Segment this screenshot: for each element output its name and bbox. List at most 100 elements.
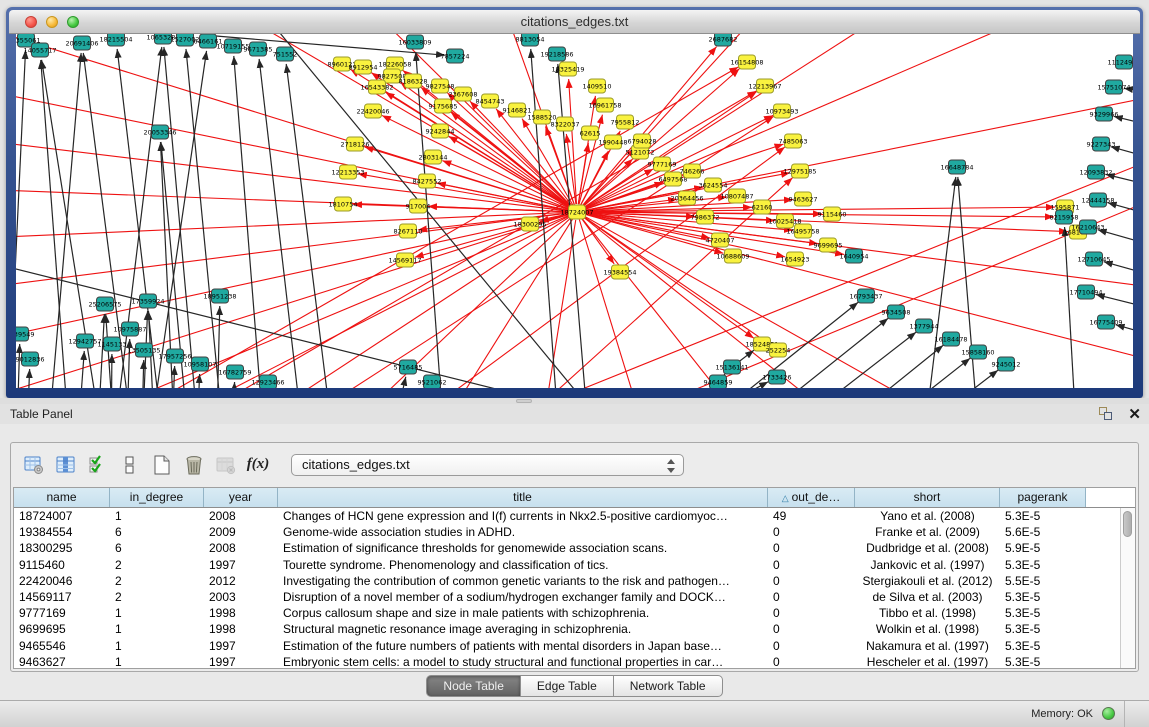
new-document-icon[interactable] xyxy=(149,453,175,477)
tab-node-table[interactable]: Node Table xyxy=(426,675,521,697)
column-header-name[interactable]: name xyxy=(14,488,110,507)
splitter-grip-icon[interactable] xyxy=(516,399,532,403)
table-cell: 9699695 xyxy=(14,621,110,637)
table-source-dropdown[interactable]: citations_edges.txt xyxy=(291,454,684,476)
graph-node-label: 13505135 xyxy=(127,346,160,354)
column-header-short[interactable]: short xyxy=(855,488,1000,507)
table-cell: 0 xyxy=(768,621,855,637)
table-cell: Tourette syndrome. Phenomenology and cla… xyxy=(278,557,768,573)
table-cell: 2009 xyxy=(204,524,278,540)
table-cell: 14569117 xyxy=(14,589,110,605)
table-cell: Estimation of the future numbers of pati… xyxy=(278,638,768,654)
table-row[interactable]: 1456911722003Disruption of a novel membe… xyxy=(14,589,1120,605)
table-cell: 19384554 xyxy=(14,524,110,540)
table-cell: 49 xyxy=(768,508,855,524)
graph-node-label: 1145133 xyxy=(98,340,127,348)
table-vertical-scrollbar[interactable] xyxy=(1120,508,1135,668)
table-row[interactable]: 946554611997Estimation of the future num… xyxy=(14,638,1120,654)
table-cell: 0 xyxy=(768,573,855,589)
table-settings-icon[interactable] xyxy=(21,453,47,477)
table-cell: Estimation of significance thresholds fo… xyxy=(278,540,768,556)
delete-rows-trash-icon[interactable] xyxy=(181,453,207,477)
column-header-title[interactable]: title xyxy=(278,488,768,507)
graph-node-label: 16961758 xyxy=(588,101,621,109)
network-canvas[interactable]: 1872400718300295193845548960123891295418… xyxy=(16,34,1133,388)
graph-node-label: 17710494 xyxy=(1069,288,1102,296)
table-cell: 0 xyxy=(768,654,855,668)
column-header-out-de-[interactable]: △out_de… xyxy=(768,488,855,507)
memory-status-label: Memory: OK xyxy=(1031,708,1093,720)
node-table: namein_degreeyeartitle△out_de…shortpager… xyxy=(13,487,1136,669)
application-window: citations_edges.txt 18724007183002951938… xyxy=(0,0,1149,727)
table-cell: 1 xyxy=(110,508,204,524)
column-header-year[interactable]: year xyxy=(204,488,278,507)
graph-node-label: 11124985 xyxy=(1107,58,1133,66)
table-row[interactable]: 977716911998Corpus callosum shape and si… xyxy=(14,605,1120,621)
graph-node-label: 9827548 xyxy=(426,82,455,90)
table-cell: Jankovic et al. (1997) xyxy=(855,557,1000,573)
network-window-titlebar[interactable]: citations_edges.txt xyxy=(9,10,1140,34)
table-panel-titlebar: Table Panel ✕ xyxy=(0,404,1149,424)
table-header-row: namein_degreeyeartitle△out_de…shortpager… xyxy=(14,488,1135,508)
tab-network-table[interactable]: Network Table xyxy=(614,675,723,697)
memory-status-indicator-icon xyxy=(1102,707,1115,720)
graph-node-label: 1654923 xyxy=(781,255,810,263)
graph-node-label: 9463627 xyxy=(789,195,818,203)
table-cell: 2008 xyxy=(204,540,278,556)
select-columns-icon[interactable] xyxy=(53,453,79,477)
graph-node-label: 2803144 xyxy=(419,153,448,161)
graph-node-label: 8813054 xyxy=(516,35,545,43)
graph-node-label: 16775409 xyxy=(1089,318,1122,326)
table-cell: 2012 xyxy=(204,573,278,589)
scrollbar-thumb[interactable] xyxy=(1123,511,1132,537)
graph-node-label: 5121072 xyxy=(626,148,655,156)
graph-node-label: 3624554 xyxy=(699,181,728,189)
table-row[interactable]: 2242004622012Investigating the contribut… xyxy=(14,573,1120,589)
table-cell: 0 xyxy=(768,540,855,556)
window-title: citations_edges.txt xyxy=(9,14,1140,29)
graph-node-label: 2687682 xyxy=(709,35,738,43)
header-filler xyxy=(1086,488,1135,507)
table-cell: 5.6E-5 xyxy=(1000,524,1086,540)
graph-node-label: 10975887 xyxy=(113,325,146,333)
split-view-icon[interactable] xyxy=(117,453,143,477)
table-row[interactable]: 946362711997Embryonic stem cells: a mode… xyxy=(14,654,1120,668)
close-panel-icon[interactable]: ✕ xyxy=(1128,405,1141,423)
column-checklist-icon[interactable] xyxy=(85,453,111,477)
column-header-pagerank[interactable]: pagerank xyxy=(1000,488,1086,507)
table-row[interactable]: 1938455462009Genome-wide association stu… xyxy=(14,524,1120,540)
table-cell: 5.3E-5 xyxy=(1000,638,1086,654)
table-row[interactable]: 911546021997Tourette syndrome. Phenomeno… xyxy=(14,557,1120,573)
table-cell: Investigating the contribution of common… xyxy=(278,573,768,589)
table-cell: 1997 xyxy=(204,557,278,573)
graph-node-label: 9777169 xyxy=(648,160,677,168)
table-row[interactable]: 969969511998Structural magnetic resonanc… xyxy=(14,621,1120,637)
table-panel-title: Table Panel xyxy=(10,407,73,421)
table-cell: Dudbridge et al. (2008) xyxy=(855,540,1000,556)
table-cell: 1998 xyxy=(204,621,278,637)
graph-node-label: 16033809 xyxy=(398,38,431,46)
status-bar: Memory: OK xyxy=(0,700,1149,727)
table-cell: 5.3E-5 xyxy=(1000,654,1086,668)
function-builder-icon[interactable]: f(x) xyxy=(245,453,271,477)
table-cell: Embryonic stem cells: a model to study s… xyxy=(278,654,768,668)
citation-network-graph[interactable]: 1872400718300295193845548960123891295418… xyxy=(16,34,1133,388)
column-header-in-degree[interactable]: in_degree xyxy=(110,488,204,507)
table-row[interactable]: 1830029562008Estimation of significance … xyxy=(14,540,1120,556)
graph-node-label: 8454743 xyxy=(476,97,505,105)
float-panel-icon[interactable] xyxy=(1099,407,1113,421)
table-cell: Disruption of a novel member of a sodium… xyxy=(278,589,768,605)
table-cell: 5.3E-5 xyxy=(1000,605,1086,621)
graph-node-label: 16184478 xyxy=(934,335,967,343)
tab-edge-table[interactable]: Edge Table xyxy=(521,675,614,697)
table-tabs: Node TableEdge TableNetwork Table xyxy=(0,675,1149,697)
table-cell: 0 xyxy=(768,557,855,573)
graph-node-label: 8186328 xyxy=(399,77,428,85)
table-row[interactable]: 1872400712008Changes of HCN gene express… xyxy=(14,508,1120,524)
graph-node-label: 18300295 xyxy=(513,220,546,228)
table-cell: 5.9E-5 xyxy=(1000,540,1086,556)
graph-node-label: 16793437 xyxy=(849,292,882,300)
table-cell: 22420046 xyxy=(14,573,110,589)
table-cell: 1 xyxy=(110,621,204,637)
table-cell: Tibbo et al. (1998) xyxy=(855,605,1000,621)
